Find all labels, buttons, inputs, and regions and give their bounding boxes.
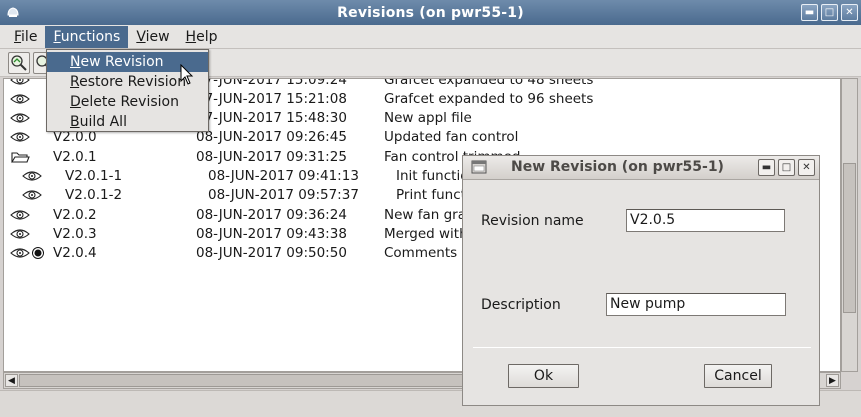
menu-file[interactable]: File xyxy=(6,26,45,48)
revision-description: Init functio xyxy=(396,168,469,184)
revision-name: V2.0.1 xyxy=(53,149,97,165)
revision-date: 08-JUN-2017 09:41:13 xyxy=(208,168,359,184)
app-icon xyxy=(7,7,19,17)
menubar: File Functions View Help xyxy=(0,25,861,49)
vertical-scrollbar[interactable] xyxy=(841,78,858,372)
dialog-titlebar[interactable]: New Revision (on pwr55-1) ▬ □ ✕ xyxy=(463,156,819,180)
revision-date: 08-JUN-2017 09:26:45 xyxy=(196,129,347,145)
revision-date: 07-JUN-2017 15:21:08 xyxy=(196,91,347,107)
menu-view[interactable]: View xyxy=(128,26,177,48)
dialog-close-button[interactable]: ✕ xyxy=(798,159,815,176)
revision-date: 08-JUN-2017 09:50:50 xyxy=(196,245,347,261)
revision-name: V2.0.2 xyxy=(53,207,97,223)
dialog-title: New Revision (on pwr55-1) xyxy=(511,159,724,175)
window-title: Revisions (on pwr55-1) xyxy=(337,4,524,21)
revision-date: 08-JUN-2017 09:57:37 xyxy=(208,187,359,203)
menu-item-delete-revision[interactable]: Delete Revision xyxy=(47,92,208,112)
revision-name: V2.0.1-2 xyxy=(65,187,123,203)
revision-description: Print functi xyxy=(396,187,470,203)
menu-item-build-all[interactable]: Build All xyxy=(47,112,208,132)
description-input[interactable]: New pump xyxy=(606,293,786,316)
revision-date: 07-JUN-2017 15:09:24 xyxy=(196,78,347,88)
eye-icon xyxy=(10,208,30,226)
eye-icon xyxy=(10,130,30,148)
minimize-button[interactable]: ▬ xyxy=(801,4,818,21)
dialog-separator xyxy=(473,347,811,348)
ok-button[interactable]: Ok xyxy=(508,364,579,388)
eye-icon xyxy=(10,111,30,129)
revision-name: V2.0.3 xyxy=(53,226,97,242)
close-button[interactable]: ✕ xyxy=(841,4,858,21)
revision-description: New appl file xyxy=(384,110,472,126)
zoom-in-icon xyxy=(11,55,27,71)
eye-icon xyxy=(22,188,42,206)
revision-description: Merged with xyxy=(384,226,468,242)
revision-date: 08-JUN-2017 09:31:25 xyxy=(196,149,347,165)
menu-help[interactable]: Help xyxy=(178,26,226,48)
menu-functions[interactable]: Functions xyxy=(45,25,129,48)
revision-date: 08-JUN-2017 09:36:24 xyxy=(196,207,347,223)
description-label: Description xyxy=(481,297,561,313)
maximize-button[interactable]: □ xyxy=(821,4,838,21)
eye-icon xyxy=(22,169,42,187)
revision-name-input[interactable]: V2.0.5 xyxy=(626,209,785,232)
window-titlebar[interactable]: Revisions (on pwr55-1) ▬ □ ✕ xyxy=(0,0,861,25)
revision-description: Grafcet expanded to 96 sheets xyxy=(384,91,594,107)
eye-icon xyxy=(10,227,30,245)
cancel-button[interactable]: Cancel xyxy=(704,364,772,388)
revision-description: Grafcet expanded to 48 sheets xyxy=(384,78,594,88)
functions-menu-dropdown: New Revision Restore Revision Delete Rev… xyxy=(46,49,209,132)
revision-name-label: Revision name xyxy=(481,213,584,229)
revision-description: Updated fan control xyxy=(384,129,519,145)
dialog-maximize-button[interactable]: □ xyxy=(778,159,795,176)
revision-description: New fan gra xyxy=(384,207,467,223)
current-revision-icon xyxy=(31,246,45,264)
scroll-right-arrow-icon[interactable]: ▶ xyxy=(826,374,839,387)
revision-description: Comments xyxy=(384,245,458,261)
revision-date: 08-JUN-2017 09:43:38 xyxy=(196,226,347,242)
zoom-in-tool-button[interactable] xyxy=(8,52,30,74)
horizontal-scroll-thumb[interactable] xyxy=(19,374,469,387)
mouse-cursor-icon xyxy=(180,64,194,85)
revision-name: V2.0.4 xyxy=(53,245,97,261)
revision-date: 07-JUN-2017 15:48:30 xyxy=(196,110,347,126)
revision-name: V2.0.1-1 xyxy=(65,168,123,184)
eye-icon xyxy=(10,92,30,110)
dialog-minimize-button[interactable]: ▬ xyxy=(758,159,775,176)
eye-icon xyxy=(10,246,30,264)
vertical-scroll-thumb[interactable] xyxy=(843,163,856,313)
new-revision-dialog: New Revision (on pwr55-1) ▬ □ ✕ Revision… xyxy=(462,155,820,406)
scroll-left-arrow-icon[interactable]: ◀ xyxy=(5,374,18,387)
folder-icon xyxy=(10,150,30,168)
dialog-window-icon xyxy=(471,160,487,174)
